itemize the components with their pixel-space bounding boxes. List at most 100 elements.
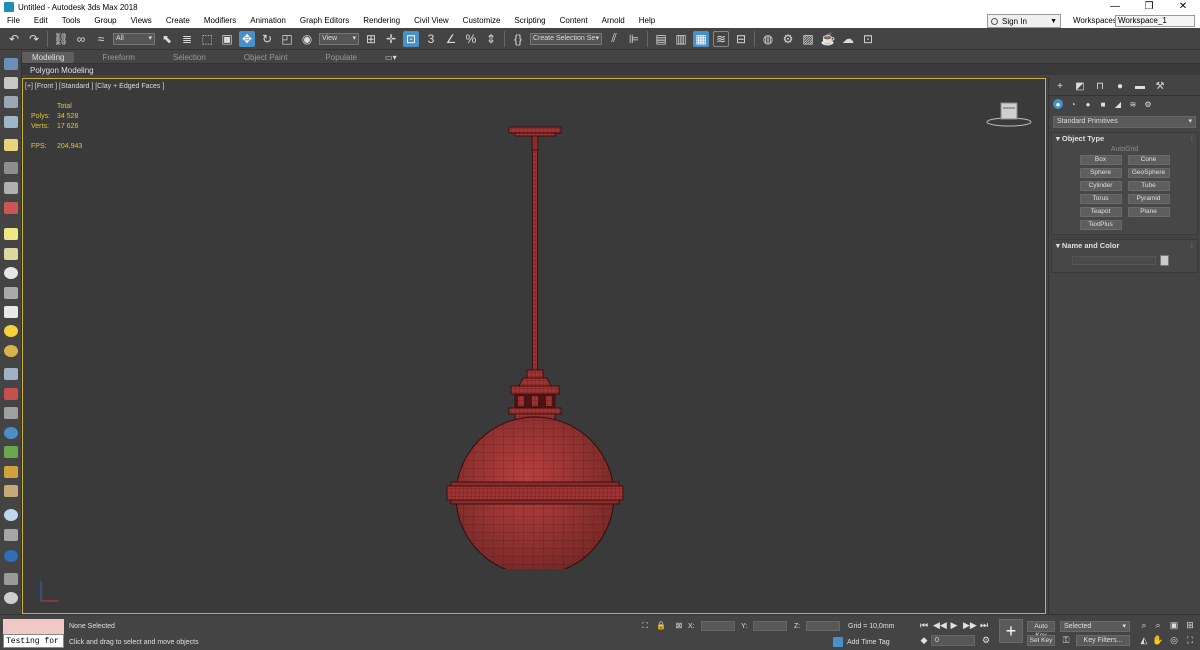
- select-and-place-icon[interactable]: ◉: [299, 31, 315, 47]
- viewport-sphere-icon[interactable]: [4, 509, 18, 521]
- key-filters-button[interactable]: Key Filters...: [1076, 635, 1130, 646]
- go-to-end-icon[interactable]: ⏭: [978, 620, 990, 631]
- shapes-category-icon[interactable]: ◔: [1068, 99, 1078, 109]
- lock-selection-icon[interactable]: 🔒: [656, 621, 666, 631]
- schematic-view-icon[interactable]: ⊟: [733, 31, 749, 47]
- cylinder-button[interactable]: Cylinder: [1079, 181, 1122, 191]
- ribbon-options-icon[interactable]: ▭▾: [385, 53, 397, 62]
- window-crossing-icon[interactable]: ▣: [219, 31, 235, 47]
- polygon-modeling-label[interactable]: Polygon Modeling: [22, 66, 94, 75]
- go-to-start-icon[interactable]: ⏮: [918, 620, 930, 631]
- help-icon[interactable]: [4, 592, 18, 604]
- geometry-filter-icon[interactable]: [4, 228, 18, 240]
- keyboard-shortcut-override-icon[interactable]: ⊡: [403, 30, 419, 47]
- world-icon[interactable]: [4, 550, 18, 562]
- workspace-dropdown[interactable]: Workspace_1: [1115, 15, 1195, 27]
- teapot-button[interactable]: Teapot: [1079, 207, 1122, 217]
- tab-object-paint[interactable]: Object Paint: [234, 52, 298, 63]
- minimize-button[interactable]: —: [1098, 0, 1132, 14]
- menu-graph-editors[interactable]: Graph Editors: [293, 14, 356, 28]
- menu-views[interactable]: Views: [124, 14, 159, 28]
- name-and-color-header[interactable]: ▾ Name and Color ⁞: [1052, 240, 1197, 252]
- cone-filter-icon[interactable]: [4, 306, 18, 318]
- zoom-extents-icon[interactable]: ▣: [1168, 620, 1180, 631]
- hierarchy-tab-icon[interactable]: ⊓: [1093, 81, 1107, 93]
- primitive-type-dropdown[interactable]: Standard Primitives: [1053, 116, 1196, 128]
- create-tab-icon[interactable]: +: [1053, 81, 1067, 93]
- plane-button[interactable]: Plane: [1127, 207, 1170, 217]
- grid-filter-icon[interactable]: [4, 368, 18, 380]
- pan-icon[interactable]: ✋: [1152, 635, 1164, 646]
- angle-snap-icon[interactable]: ∠: [443, 31, 459, 47]
- hierarchy-list-icon[interactable]: [4, 116, 18, 128]
- spacewarps-category-icon[interactable]: ≋: [1128, 99, 1138, 109]
- sphere-filter-icon[interactable]: [4, 267, 18, 279]
- maximize-button[interactable]: ❐: [1132, 0, 1166, 14]
- maxscript-listener-output[interactable]: [3, 619, 64, 634]
- viewport-label-menu[interactable]: [+] [Front ] [Standard ] [Clay + Edged F…: [25, 83, 164, 90]
- object-color-swatch[interactable]: [1160, 255, 1169, 266]
- key-mode-toggle-icon[interactable]: ◆: [918, 635, 930, 646]
- layer-explorer-icon[interactable]: ▥: [673, 31, 689, 47]
- motion-tab-icon[interactable]: ●: [1113, 81, 1127, 93]
- front-viewport[interactable]: [+] [Front ] [Standard ] [Clay + Edged F…: [22, 78, 1046, 614]
- utilities-tab-icon[interactable]: ⚒: [1153, 81, 1167, 93]
- torus-button[interactable]: Torus: [1079, 194, 1122, 204]
- edit-named-selection-icon[interactable]: {}: [510, 31, 526, 47]
- menu-group[interactable]: Group: [87, 14, 123, 28]
- helpers-category-icon[interactable]: ◢: [1113, 99, 1123, 109]
- tube-button[interactable]: Tube: [1127, 181, 1170, 191]
- cone-button[interactable]: Cone: [1127, 155, 1170, 165]
- menu-rendering[interactable]: Rendering: [356, 14, 407, 28]
- settings-icon[interactable]: [4, 573, 18, 585]
- menu-modifiers[interactable]: Modifiers: [197, 14, 243, 28]
- particle-filter-icon[interactable]: [4, 388, 18, 400]
- object-name-field[interactable]: [1072, 256, 1156, 265]
- sign-in-dropdown[interactable]: Sign In ▼: [987, 14, 1061, 28]
- link-icon[interactable]: ⛓: [53, 31, 69, 47]
- geometry-category-icon[interactable]: ●: [1053, 99, 1063, 109]
- menu-create[interactable]: Create: [159, 14, 197, 28]
- menu-arnold[interactable]: Arnold: [595, 14, 632, 28]
- xref-filter-icon[interactable]: [4, 407, 18, 419]
- absolute-mode-icon[interactable]: ⊠: [674, 621, 684, 631]
- light-icon[interactable]: [4, 139, 18, 151]
- selection-filter-dropdown[interactable]: All: [113, 32, 155, 45]
- textplus-button[interactable]: TextPlus: [1079, 220, 1122, 230]
- bone-filter-icon[interactable]: [4, 287, 18, 299]
- zoom-all-icon[interactable]: ⌕: [1152, 620, 1164, 631]
- render-in-cloud-icon[interactable]: ⊡: [860, 31, 876, 47]
- display-tab-icon[interactable]: ▬: [1133, 81, 1147, 93]
- crowd-filter-icon[interactable]: [4, 466, 18, 478]
- tab-populate[interactable]: Populate: [315, 52, 367, 63]
- select-manipulate-icon[interactable]: ✛: [383, 31, 399, 47]
- unlink-icon[interactable]: ∞: [73, 31, 89, 47]
- maxscript-mini-listener[interactable]: Testing for :: [3, 634, 64, 648]
- curve-editor-icon[interactable]: ≋: [713, 30, 729, 47]
- group-filter-icon[interactable]: [4, 427, 18, 439]
- systems-category-icon[interactable]: ⚙: [1143, 99, 1153, 109]
- bind-spacewarp-icon[interactable]: ≈: [93, 31, 109, 47]
- material-filter-icon[interactable]: [4, 345, 18, 357]
- spinner-snap-icon[interactable]: ⇕: [483, 31, 499, 47]
- menu-content[interactable]: Content: [553, 14, 595, 28]
- object-type-header[interactable]: ▾ Object Type ⁞: [1052, 133, 1197, 145]
- maximize-viewport-icon[interactable]: ⛶: [1184, 635, 1196, 646]
- spacewarp-icon[interactable]: [4, 202, 18, 214]
- material-editor-icon[interactable]: ◍: [760, 31, 776, 47]
- reference-coordinate-dropdown[interactable]: View: [319, 32, 359, 45]
- biped-filter-icon[interactable]: [4, 446, 18, 458]
- tab-modeling[interactable]: Modeling: [22, 52, 75, 63]
- menu-scripting[interactable]: Scripting: [507, 14, 552, 28]
- sphere-button[interactable]: Sphere: [1079, 168, 1122, 178]
- y-input[interactable]: [753, 621, 788, 631]
- autogrid-checkbox[interactable]: AutoGrid: [1052, 145, 1197, 155]
- scene-explorer-icon[interactable]: [4, 58, 18, 70]
- cameras-category-icon[interactable]: ■: [1098, 99, 1108, 109]
- toggle-ribbon-icon[interactable]: ▦: [693, 30, 709, 47]
- pendant-lamp-model[interactable]: [423, 124, 643, 569]
- current-frame-field[interactable]: 0: [931, 635, 975, 646]
- select-and-rotate-icon[interactable]: ↻: [259, 31, 275, 47]
- layer-icon[interactable]: [4, 529, 18, 541]
- container-filter-icon[interactable]: [4, 485, 18, 497]
